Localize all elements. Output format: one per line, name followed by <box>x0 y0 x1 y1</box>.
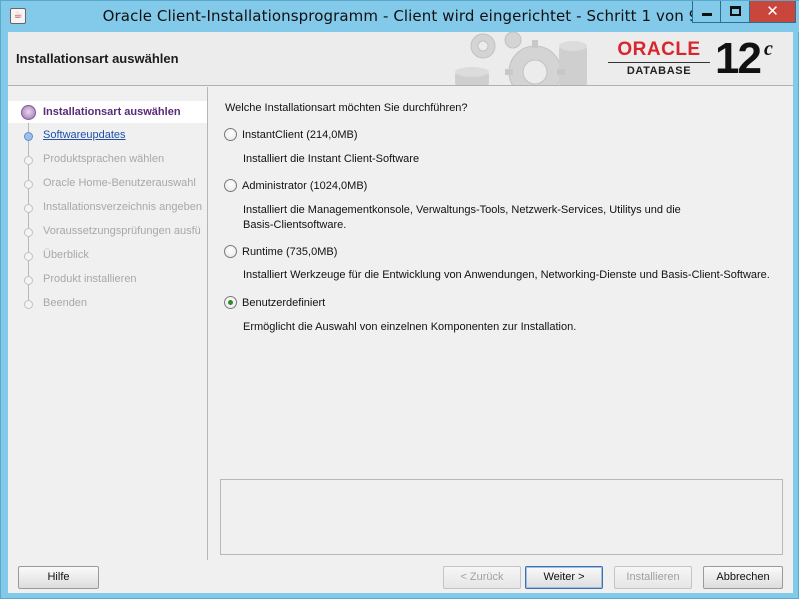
details-message-box[interactable] <box>220 479 783 555</box>
step-softwareupdates[interactable]: Softwareupdates <box>8 125 207 147</box>
current-step-icon <box>21 105 36 120</box>
logo-divider <box>608 62 710 63</box>
minimize-button[interactable] <box>692 1 721 23</box>
step-label: Produktsprachen wählen <box>43 153 165 165</box>
close-button[interactable]: ✕ <box>750 1 796 23</box>
step-marker-icon <box>24 252 33 261</box>
step-installationsverzeichnis: Installationsverzeichnis angeben <box>8 197 207 219</box>
step-marker-icon <box>24 204 33 213</box>
step-marker-icon <box>24 180 33 189</box>
step-ueberblick: Überblick <box>8 245 207 267</box>
option-label[interactable]: InstantClient (214,0MB) <box>242 128 358 142</box>
header-banner: Installationsart auswählen ORACLE DATABA… <box>8 32 793 86</box>
step-label: Oracle Home-Benutzerauswahl <box>43 177 196 189</box>
maximize-button[interactable] <box>721 1 750 23</box>
oracle-database-logo: ORACLE DATABASE <box>606 40 712 77</box>
help-button[interactable]: Hilfe <box>18 566 99 589</box>
step-marker-icon <box>24 156 33 165</box>
radio-runtime[interactable] <box>224 245 237 258</box>
install-button[interactable]: Installieren <box>614 566 692 589</box>
step-label: Beenden <box>43 297 88 309</box>
radio-benutzerdefiniert[interactable] <box>224 296 237 309</box>
installer-window: ☕ Oracle Client-Installationsprogramm - … <box>0 0 799 599</box>
option-label[interactable]: Benutzerdefiniert <box>242 296 325 310</box>
step-marker-icon <box>24 228 33 237</box>
step-label: Voraussetzungsprüfungen ausfü <box>43 225 201 237</box>
database-product-text: DATABASE <box>626 65 692 77</box>
close-icon: ✕ <box>766 2 779 20</box>
page-title: Installationsart auswählen <box>16 51 179 66</box>
maximize-icon <box>730 6 741 16</box>
version-number: 12 <box>715 34 762 83</box>
step-label: Installationsverzeichnis angeben <box>43 201 202 213</box>
step-label: Installationsart auswählen <box>43 106 181 118</box>
step-marker-icon <box>24 132 33 141</box>
window-title: Oracle Client-Installationsprogramm - Cl… <box>102 7 699 25</box>
step-produkt-installieren: Produkt installieren <box>8 269 207 291</box>
step-marker-icon <box>24 276 33 285</box>
option-label[interactable]: Runtime (735,0MB) <box>242 245 337 259</box>
gears-decoration-icon <box>455 32 587 85</box>
step-label[interactable]: Softwareupdates <box>43 129 126 141</box>
option-description: Installiert die Managementkonsole, Verwa… <box>243 204 681 231</box>
step-marker-icon <box>24 300 33 309</box>
option-description: Installiert die Instant Client-Software <box>243 153 420 165</box>
step-produktsprachen: Produktsprachen wählen <box>8 149 207 171</box>
title-bar[interactable]: ☕ Oracle Client-Installationsprogramm - … <box>1 1 799 32</box>
option-label[interactable]: Administrator (1024,0MB) <box>242 179 367 193</box>
step-voraussetzungspruefungen: Voraussetzungsprüfungen ausfü <box>8 221 207 243</box>
minimize-icon <box>702 13 712 16</box>
next-button[interactable]: Weiter > <box>525 566 603 589</box>
radio-instantclient[interactable] <box>224 128 237 141</box>
option-description: Ermöglicht die Auswahl von einzelnen Kom… <box>243 321 577 333</box>
step-label: Überblick <box>43 249 89 261</box>
steps-sidebar: Installationsart auswählen Softwareupdat… <box>8 87 208 560</box>
step-installationsart: Installationsart auswählen <box>8 101 207 123</box>
cancel-button[interactable]: Abbrechen <box>703 566 783 589</box>
install-type-question: Welche Installationsart möchten Sie durc… <box>225 102 468 114</box>
oracle-brand-text: ORACLE <box>617 39 701 60</box>
version-suffix: c <box>764 38 773 60</box>
option-description: Installiert Werkzeuge für die Entwicklun… <box>243 269 770 281</box>
back-button[interactable]: < Zurück <box>443 566 521 589</box>
dialog-client-area: Installationsart auswählen ORACLE DATABA… <box>8 32 793 593</box>
radio-administrator[interactable] <box>224 179 237 192</box>
step-oracle-home-benutzer: Oracle Home-Benutzerauswahl <box>8 173 207 195</box>
step-label: Produkt installieren <box>43 273 137 285</box>
main-content-panel: Welche Installationsart möchten Sie durc… <box>209 87 793 560</box>
step-beenden: Beenden <box>8 293 207 315</box>
